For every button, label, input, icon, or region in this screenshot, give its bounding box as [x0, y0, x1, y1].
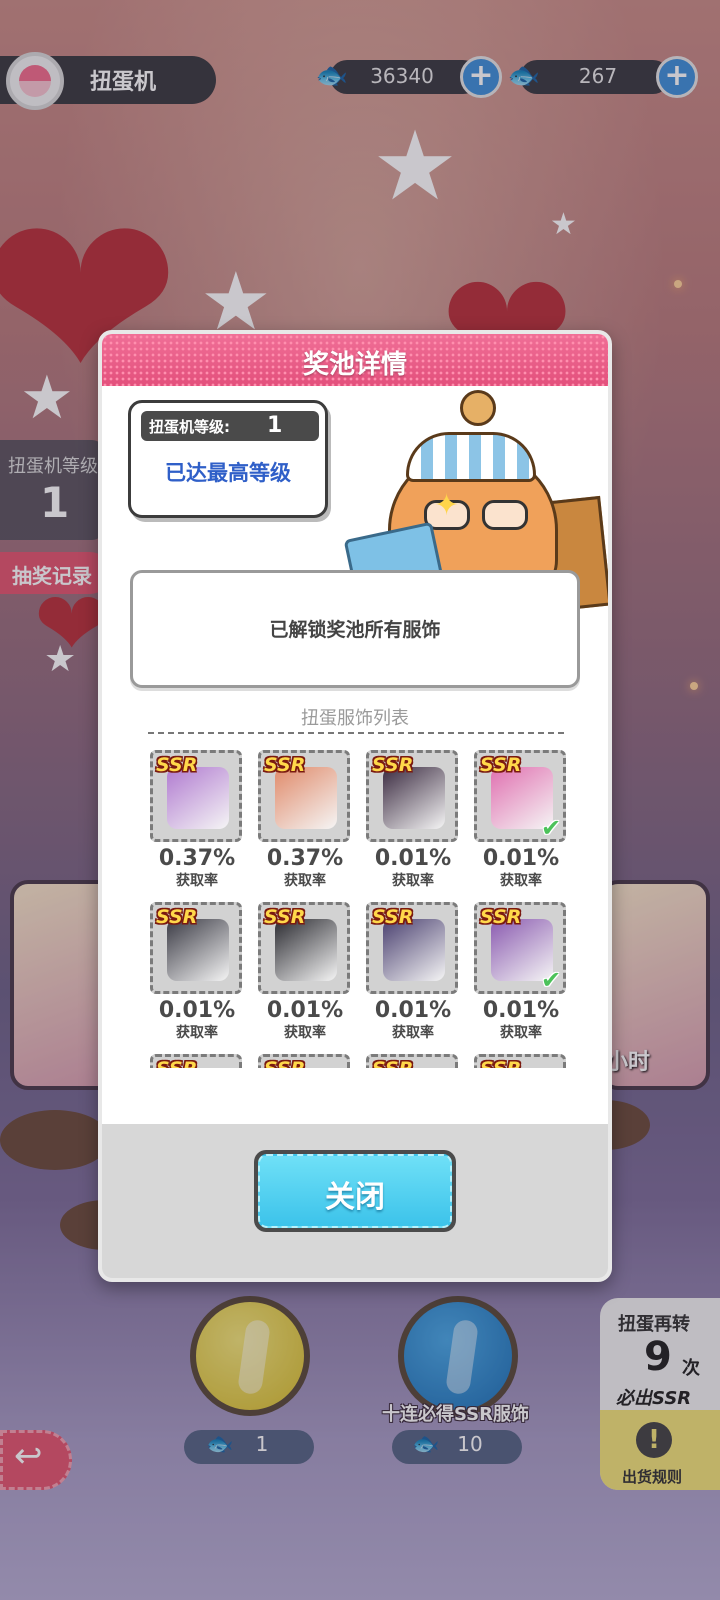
outfit-rate: 0.37%: [266, 846, 344, 871]
ssr-badge: SSR: [264, 754, 306, 776]
outfit-thumbnail[interactable]: SSR: [258, 902, 350, 994]
outfit-rate-label: 获取率: [392, 873, 434, 889]
ssr-badge: SSR: [480, 1058, 521, 1068]
dialog-title: 奖池详情: [302, 350, 407, 380]
outfit-rate-label: 获取率: [176, 1025, 218, 1041]
cat-ear-hat-icon: [383, 767, 445, 829]
ssr-badge: SSR: [480, 754, 522, 776]
close-button-label: 关闭: [325, 1180, 385, 1215]
outfit-rate-label: 获取率: [284, 873, 326, 889]
sneakers-icon: [167, 919, 229, 981]
outfit-item[interactable]: SSR: [150, 1054, 244, 1068]
unlock-message-box: 已解锁奖池所有服饰: [130, 570, 580, 688]
max-level-status: 已达最高等级: [165, 461, 291, 485]
outfit-item[interactable]: SSR 0.37% 获取率: [150, 750, 244, 890]
ssr-badge: SSR: [372, 906, 414, 928]
ssr-badge: SSR: [156, 754, 198, 776]
machine-level-value: 1: [267, 413, 283, 438]
owned-check-icon: ✔: [541, 966, 562, 994]
outfit-list-title: 扭蛋服饰列表: [301, 708, 409, 729]
outfit-rate-label: 获取率: [392, 1025, 434, 1041]
outfit-item[interactable]: SSR 0.01% 获取率: [150, 902, 244, 1042]
outfit-thumbnail[interactable]: SSR: [366, 902, 458, 994]
outfit-item[interactable]: SSR ✔ 0.01% 获取率: [474, 902, 568, 1042]
outfit-item[interactable]: SSR 0.01% 获取率: [366, 750, 460, 890]
outfit-thumbnail[interactable]: SSR: [150, 1054, 242, 1068]
sparkle-icon: ✦: [434, 488, 460, 523]
outfit-item[interactable]: SSR 0.37% 获取率: [258, 750, 352, 890]
outfit-thumbnail[interactable]: SSR: [150, 902, 242, 994]
outfit-rate: 0.01%: [482, 846, 560, 871]
level-header: 扭蛋机等级: 1: [141, 411, 319, 441]
outfit-item[interactable]: SSR 0.01% 获取率: [366, 902, 460, 1042]
outfit-rate-label: 获取率: [176, 873, 218, 889]
ssr-badge: SSR: [156, 906, 198, 928]
outfit-item[interactable]: SSR 0.01% 获取率: [258, 902, 352, 1042]
divider: [148, 732, 564, 734]
outfit-rate-label: 获取率: [500, 873, 542, 889]
outfit-rate: 0.01%: [374, 998, 452, 1023]
ssr-badge: SSR: [480, 906, 522, 928]
outfit-thumbnail[interactable]: SSR ✔: [474, 750, 566, 842]
outfit-grid[interactable]: SSR 0.37% 获取率 SSR 0.37% 获取率 SSR 0.01% 获取率 SSR ✔ 0.0…: [150, 750, 570, 1068]
outfit-thumbnail[interactable]: SSR ✔: [474, 902, 566, 994]
outfit-item[interactable]: SSR: [474, 1054, 568, 1068]
ssr-badge: SSR: [372, 754, 414, 776]
machine-level-card: 扭蛋机等级: 1 已达最高等级: [128, 400, 328, 518]
outfit-rate: 0.01%: [374, 846, 452, 871]
outfit-thumbnail[interactable]: SSR: [474, 1054, 566, 1068]
outfit-rate: 0.01%: [266, 998, 344, 1023]
outfit-rate: 0.01%: [158, 998, 236, 1023]
machine-level-label: 扭蛋机等级:: [149, 418, 230, 436]
outfit-thumbnail[interactable]: SSR: [258, 1054, 350, 1068]
outfit-thumbnail[interactable]: SSR: [366, 750, 458, 842]
outfit-item[interactable]: SSR: [258, 1054, 352, 1068]
unlock-message: 已解锁奖池所有服饰: [269, 619, 441, 641]
character-card-icon: [275, 767, 337, 829]
outfit-rate-label: 获取率: [284, 1025, 326, 1041]
outfit-rate: 0.01%: [482, 998, 560, 1023]
outfit-rate-label: 获取率: [500, 1025, 542, 1041]
outfit-item[interactable]: SSR: [366, 1054, 460, 1068]
beret-icon: [383, 919, 445, 981]
close-button[interactable]: 关闭: [254, 1150, 456, 1232]
ssr-badge: SSR: [264, 906, 306, 928]
outfit-thumbnail[interactable]: SSR: [366, 1054, 458, 1068]
pompom-icon: [460, 390, 496, 426]
outfit-thumbnail[interactable]: SSR: [258, 750, 350, 842]
ssr-badge: SSR: [156, 1058, 197, 1068]
lens: [482, 500, 528, 530]
owned-check-icon: ✔: [541, 814, 562, 842]
leggings-icon: [275, 919, 337, 981]
ssr-badge: SSR: [264, 1058, 305, 1068]
prize-pool-dialog: 奖池详情 ✦ 扭蛋机等级: 1 已达最高等级 已解锁奖池所有服饰 扭蛋服饰列表 …: [98, 330, 612, 1282]
character-card-icon: [167, 767, 229, 829]
ssr-badge: SSR: [372, 1058, 413, 1068]
dialog-header: 奖池详情: [102, 334, 608, 386]
outfit-rate: 0.37%: [158, 846, 236, 871]
cap-icon: [406, 432, 536, 482]
outfit-thumbnail[interactable]: SSR: [150, 750, 242, 842]
outfit-item[interactable]: SSR ✔ 0.01% 获取率: [474, 750, 568, 890]
close-button-face[interactable]: 关闭: [258, 1154, 452, 1228]
